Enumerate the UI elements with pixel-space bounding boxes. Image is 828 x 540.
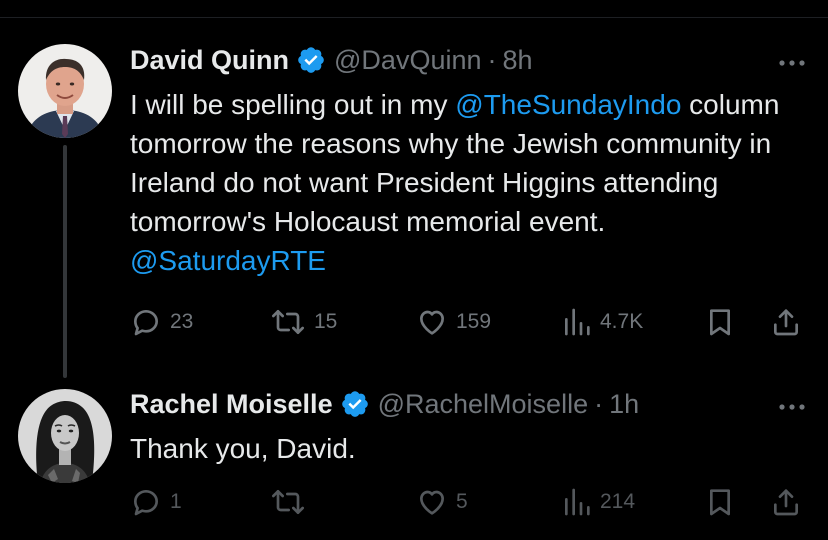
- share-upload-icon: [774, 489, 798, 516]
- reply-count: 1: [170, 490, 182, 513]
- share-button[interactable]: [770, 484, 802, 520]
- top-divider: [0, 0, 828, 18]
- share-button[interactable]: [770, 304, 802, 340]
- retweet-icon: [272, 490, 304, 514]
- retweet-button[interactable]: 15: [270, 304, 337, 340]
- tweet-1-actions: 23 15 159 4.7K: [130, 304, 810, 340]
- like-button[interactable]: 5: [416, 484, 468, 520]
- avatar-david-quinn[interactable]: [18, 44, 112, 138]
- reply-bubble-icon: [134, 490, 158, 516]
- bookmark-button[interactable]: [704, 304, 736, 340]
- views-button[interactable]: 214: [562, 484, 635, 520]
- tweet-2-header: Rachel Moiselle @RachelMoiselle · 1h: [130, 386, 639, 422]
- like-button[interactable]: 159: [416, 304, 491, 340]
- retweet-button[interactable]: [270, 484, 314, 520]
- author-name[interactable]: David Quinn: [130, 45, 289, 76]
- bookmark-icon: [710, 309, 730, 336]
- retweet-count: 15: [314, 310, 338, 333]
- like-count: 5: [456, 490, 468, 513]
- share-upload-icon: [774, 309, 798, 336]
- author-name[interactable]: Rachel Moiselle: [130, 389, 333, 420]
- mention-link[interactable]: @TheSundayIndo: [455, 89, 681, 120]
- tweet-text-segment: I will be spelling out in my: [130, 89, 456, 120]
- reply-count: 23: [170, 310, 194, 333]
- like-count: 159: [456, 310, 492, 333]
- reply-button[interactable]: 23: [130, 304, 193, 340]
- verified-badge-icon: [296, 45, 326, 75]
- tweet-1-text: I will be spelling out in my @TheSundayI…: [130, 85, 800, 280]
- heart-icon: [420, 490, 444, 515]
- avatar-rachel-moiselle[interactable]: [18, 389, 112, 483]
- tweet-thread: David Quinn @DavQuinn · 8h I will be spe…: [0, 0, 828, 540]
- reply-button[interactable]: 1: [130, 484, 182, 520]
- mention-link[interactable]: @SaturdayRTE: [130, 245, 326, 276]
- tweet-2-actions: 1 5 214: [130, 484, 810, 520]
- author-handle[interactable]: @RachelMoiselle: [378, 389, 589, 420]
- tweet-2-text: Thank you, David.: [130, 433, 356, 464]
- separator-dot: ·: [594, 388, 604, 419]
- view-count: 4.7K: [600, 310, 644, 333]
- verified-badge-icon: [340, 389, 370, 419]
- more-options-icon[interactable]: [777, 55, 807, 66]
- tweet-time[interactable]: 8h: [503, 45, 533, 76]
- tweet-1-header: David Quinn @DavQuinn · 8h: [130, 42, 533, 78]
- bookmark-button[interactable]: [704, 484, 736, 520]
- author-handle[interactable]: @DavQuinn: [334, 45, 481, 76]
- thread-connector-line: [63, 145, 67, 378]
- tweet-time[interactable]: 1h: [609, 389, 639, 420]
- heart-icon: [420, 310, 444, 335]
- bookmark-icon: [710, 489, 730, 516]
- views-button[interactable]: 4.7K: [562, 304, 643, 340]
- retweet-icon: [272, 310, 304, 334]
- views-bar-chart-icon: [565, 308, 590, 336]
- separator-dot: ·: [487, 44, 497, 75]
- view-count: 214: [600, 490, 636, 513]
- reply-bubble-icon: [134, 310, 158, 336]
- more-options-icon[interactable]: [777, 399, 807, 410]
- views-bar-chart-icon: [565, 488, 590, 516]
